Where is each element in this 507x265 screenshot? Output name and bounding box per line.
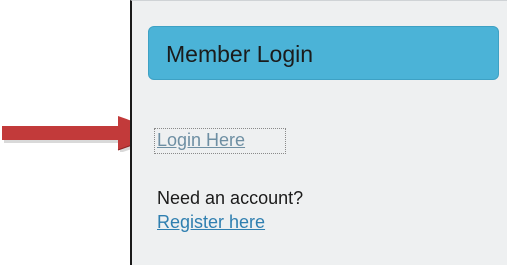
need-account-text: Need an account? [157,188,304,208]
screenshot-stage: Member Login Login Here Need an account?… [0,0,507,265]
member-login-title: Member Login [166,41,314,67]
login-here-link[interactable]: Login Here [157,130,245,151]
member-login-header: Member Login [148,26,499,80]
member-login-panel: Member Login Login Here Need an account?… [130,0,507,265]
register-here-link[interactable]: Register here [157,212,265,233]
